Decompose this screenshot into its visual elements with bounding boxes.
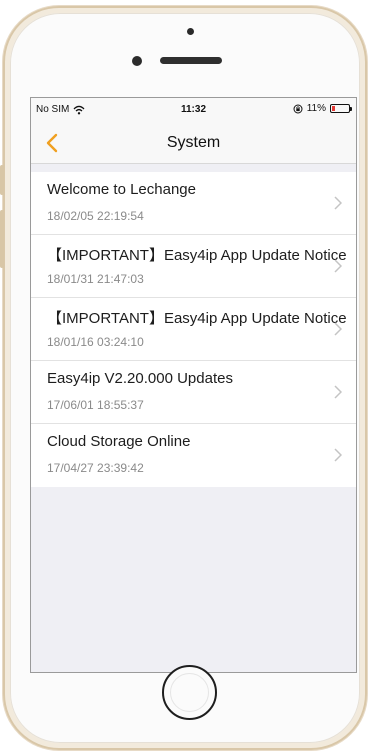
navigation-bar: System	[31, 122, 356, 164]
message-time: 17/04/27 23:39:42	[47, 461, 144, 475]
message-title: 【IMPORTANT】Easy4ip App Update Notice	[47, 310, 347, 327]
rotation-lock-icon	[293, 104, 303, 113]
message-row-updates[interactable]: Easy4ip V2.20.000 Updates 17/06/01 18:55…	[31, 361, 356, 424]
message-row-important-2[interactable]: 【IMPORTANT】Easy4ip App Update Notice 18/…	[31, 298, 356, 361]
message-list: Welcome to Lechange 18/02/05 22:19:54 【I…	[31, 172, 356, 487]
message-title: Easy4ip V2.20.000 Updates	[47, 370, 233, 387]
message-time: 18/01/16 03:24:10	[47, 335, 144, 349]
mute-switch	[0, 165, 4, 195]
home-button[interactable]	[162, 665, 217, 720]
message-time: 17/06/01 18:55:37	[47, 398, 144, 412]
message-time: 18/02/05 22:19:54	[47, 209, 144, 223]
battery-icon	[330, 104, 352, 113]
chevron-right-icon	[334, 196, 342, 210]
earpiece-speaker	[160, 57, 222, 64]
chevron-right-icon	[334, 385, 342, 399]
page-title: System	[166, 134, 221, 151]
message-title: 【IMPORTANT】Easy4ip App Update Notice	[47, 247, 347, 264]
chevron-right-icon	[334, 259, 342, 273]
message-row-cloud-storage[interactable]: Cloud Storage Online 17/04/27 23:39:42	[31, 424, 356, 487]
message-row-important-1[interactable]: 【IMPORTANT】Easy4ip App Update Notice 18/…	[31, 235, 356, 298]
battery-percent: 11%	[306, 103, 326, 114]
status-bar: No SIM 11:32 11%	[31, 98, 356, 122]
message-row-welcome[interactable]: Welcome to Lechange 18/02/05 22:19:54	[31, 172, 356, 235]
proximity-sensor	[187, 28, 194, 35]
message-title: Cloud Storage Online	[47, 433, 191, 450]
message-title: Welcome to Lechange	[47, 181, 196, 198]
chevron-right-icon	[334, 322, 342, 336]
message-time: 18/01/31 21:47:03	[47, 272, 144, 286]
front-camera	[132, 56, 142, 66]
app-screen: No SIM 11:32 11% System Welcome to Lecha…	[30, 97, 357, 673]
volume-up-button	[0, 210, 4, 268]
chevron-right-icon	[334, 448, 342, 462]
